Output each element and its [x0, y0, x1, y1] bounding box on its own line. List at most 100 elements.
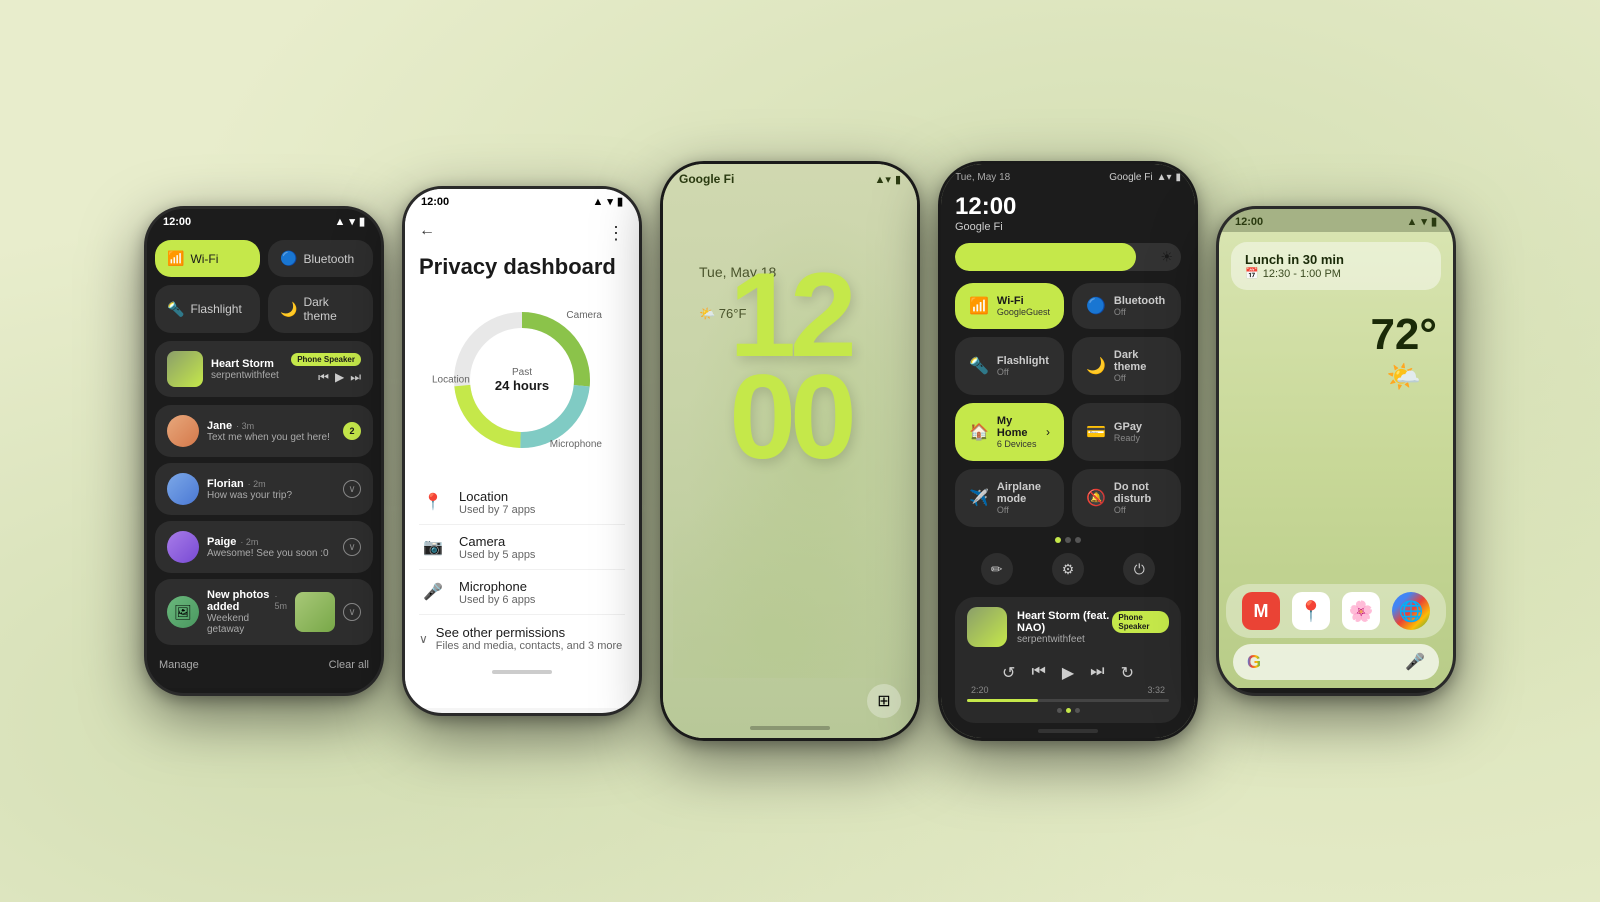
music-card-1[interactable]: Heart Storm serpentwithfeet Phone Speake…	[155, 341, 373, 397]
gmail-icon[interactable]: M	[1242, 592, 1280, 630]
status-icons-5: ▲ ▾ ▮	[1407, 215, 1437, 228]
qs-flashlight[interactable]: 🔦 Flashlight Off	[955, 337, 1064, 395]
qs-airplane[interactable]: ✈️ Airplane mode Off	[955, 469, 1064, 527]
qs-dark-theme[interactable]: 🌙 Dark theme Off	[1072, 337, 1181, 395]
back-arrow[interactable]: ←	[419, 222, 435, 240]
status-icons-4: Google Fi ▲▾ ▮	[1109, 172, 1181, 183]
perm-camera[interactable]: 📷 Camera Used by 5 apps	[419, 525, 625, 570]
screen-privacy: ← ⋮ Privacy dashboard Past 24	[405, 212, 639, 708]
notif-text-paige: Paige · 2m Awesome! See you soon :0	[207, 536, 335, 559]
notif-text-jane: Jane · 3m Text me when you get here!	[207, 420, 335, 443]
notif-florian[interactable]: Florian · 2m How was your trip? ∨	[155, 463, 373, 515]
qs-my-home[interactable]: 🏠 My Home 6 Devices ›	[955, 403, 1064, 461]
rewind-icon[interactable]: ↺	[1002, 663, 1015, 683]
avatar-florian	[167, 473, 199, 505]
qs-wifi-text: Wi-Fi GoogleGuest	[997, 295, 1050, 317]
dark-music-badge: Phone Speaker	[1112, 611, 1169, 633]
flashlight-tile[interactable]: 🔦 Flashlight	[155, 285, 260, 333]
music-progress-bar	[967, 699, 1169, 702]
bluetooth-tile[interactable]: 🔵 Bluetooth	[268, 240, 373, 277]
qs-dnd-text: Do not disturb Off	[1114, 481, 1167, 515]
qs-bluetooth[interactable]: 🔵 Bluetooth Off	[1072, 283, 1181, 329]
maps-icon[interactable]: 📍	[1292, 592, 1330, 630]
wifi-icon-2: ▾	[607, 195, 613, 208]
music-dots	[967, 708, 1169, 713]
wifi-5: ▾	[1421, 215, 1427, 228]
event-card[interactable]: Lunch in 30 min 📅 12:30 - 1:00 PM	[1231, 242, 1441, 290]
qs-wifi[interactable]: 📶 Wi-Fi GoogleGuest	[955, 283, 1064, 329]
voice-icon[interactable]: 🎤	[1405, 652, 1425, 672]
quick-tile-row-2: 🔦 Flashlight 🌙 Dark theme	[155, 285, 373, 333]
chrome-icon[interactable]: 🌐	[1392, 592, 1430, 630]
donut-chart: Past 24 hours Camera Location Microphone	[442, 300, 602, 460]
screen-lockscreen: Google Fi ▲▾ ▮ Tue, May 18 🌤️ 76°F 12 00…	[663, 164, 917, 738]
notif-name-paige: Paige	[207, 536, 236, 548]
battery-icon-2: ▮	[617, 195, 623, 208]
qs-wifi-icon: 📶	[969, 296, 989, 316]
signal-4: ▲▾	[1157, 172, 1172, 183]
play-icon[interactable]: ▶	[335, 370, 344, 385]
dark-music-title-row: Heart Storm (feat. NAO) Phone Speaker	[1017, 610, 1169, 634]
notif-paige[interactable]: Paige · 2m Awesome! See you soon :0 ∨	[155, 521, 373, 573]
brightness-bar[interactable]: ☀	[955, 243, 1181, 271]
notif-photos[interactable]: 🖼 New photos added · 5m Weekend getaway …	[155, 579, 373, 645]
dot-3	[1075, 537, 1081, 543]
qs-bluetooth-text: Bluetooth Off	[1114, 295, 1165, 317]
music-dot-3	[1075, 708, 1080, 713]
edit-icon[interactable]: ✏	[981, 553, 1013, 585]
expand-florian[interactable]: ∨	[343, 480, 361, 498]
qs-airplane-icon: ✈️	[969, 488, 989, 508]
search-bar[interactable]: G 🎤	[1233, 644, 1439, 680]
see-other-permissions[interactable]: ∨ See other permissions Files and media,…	[419, 615, 625, 662]
lockscreen-time-container: 12 00	[663, 234, 917, 468]
prev-icon-4[interactable]: ⏮	[1031, 663, 1045, 683]
music-progress-fill	[967, 699, 1038, 702]
signal-icon-1: ▲	[335, 216, 346, 228]
home-indicator-3	[750, 726, 830, 730]
perm-text-camera: Camera Used by 5 apps	[459, 534, 625, 561]
event-time: 12:30 - 1:00 PM	[1263, 268, 1341, 280]
perm-apps-microphone: Used by 6 apps	[459, 594, 625, 606]
prev-icon[interactable]: ⏮	[318, 370, 329, 385]
brightness-fill	[955, 243, 1136, 271]
flashlight-tile-label: Flashlight	[190, 302, 241, 316]
power-icon[interactable]: ⏻	[1123, 553, 1155, 585]
manage-button[interactable]: Manage	[159, 659, 199, 671]
event-time-row: 📅 12:30 - 1:00 PM	[1245, 267, 1427, 280]
more-options-icon[interactable]: ⋮	[607, 223, 625, 244]
donut-hours: 24 hours	[495, 378, 549, 393]
expand-photos[interactable]: ∨	[343, 603, 361, 621]
lockscreen-button[interactable]: ⊞	[867, 684, 901, 718]
google-logo: G	[1247, 652, 1261, 673]
next-icon[interactable]: ⏭	[350, 370, 361, 385]
qs-bluetooth-icon: 🔵	[1086, 296, 1106, 316]
location-label: Location	[432, 375, 470, 386]
dark-music-card[interactable]: Heart Storm (feat. NAO) Phone Speaker se…	[955, 597, 1181, 723]
perm-microphone[interactable]: 🎤 Microphone Used by 6 apps	[419, 570, 625, 615]
expand-paige[interactable]: ∨	[343, 538, 361, 556]
qs-dnd[interactable]: 🔕 Do not disturb Off	[1072, 469, 1181, 527]
status-bar-1: 12:00 ▲ ▾ ▮	[147, 209, 381, 232]
music-title-1: Heart Storm	[211, 358, 283, 370]
microphone-icon: 🎤	[419, 578, 447, 606]
flashlight-tile-icon: 🔦	[167, 301, 184, 318]
notif-time-paige: · 2m	[240, 537, 258, 547]
settings-icon[interactable]: ⚙	[1052, 553, 1084, 585]
home-indicator-4	[1038, 729, 1098, 733]
next-icon-4[interactable]: ⏭	[1090, 663, 1104, 683]
wifi-tile[interactable]: 📶 Wi-Fi	[155, 240, 260, 277]
avatar-jane	[167, 415, 199, 447]
perm-name-microphone: Microphone	[459, 579, 625, 594]
photos-icon[interactable]: 🌸	[1342, 592, 1380, 630]
clear-all-button[interactable]: Clear all	[329, 659, 369, 671]
perm-apps-camera: Used by 5 apps	[459, 549, 625, 561]
status-bar-4: Tue, May 18 Google Fi ▲▾ ▮	[941, 164, 1195, 185]
see-other-chevron: ∨	[419, 632, 428, 646]
music-dot-2	[1066, 708, 1071, 713]
perm-location[interactable]: 📍 Location Used by 7 apps	[419, 480, 625, 525]
repeat-icon[interactable]: ↻	[1121, 663, 1134, 683]
qs-gpay[interactable]: 💳 GPay Ready	[1072, 403, 1181, 461]
notif-jane[interactable]: Jane · 3m Text me when you get here! 2	[155, 405, 373, 457]
dark-theme-tile[interactable]: 🌙 Dark theme	[268, 285, 373, 333]
play-icon-4[interactable]: ▶	[1062, 663, 1074, 683]
